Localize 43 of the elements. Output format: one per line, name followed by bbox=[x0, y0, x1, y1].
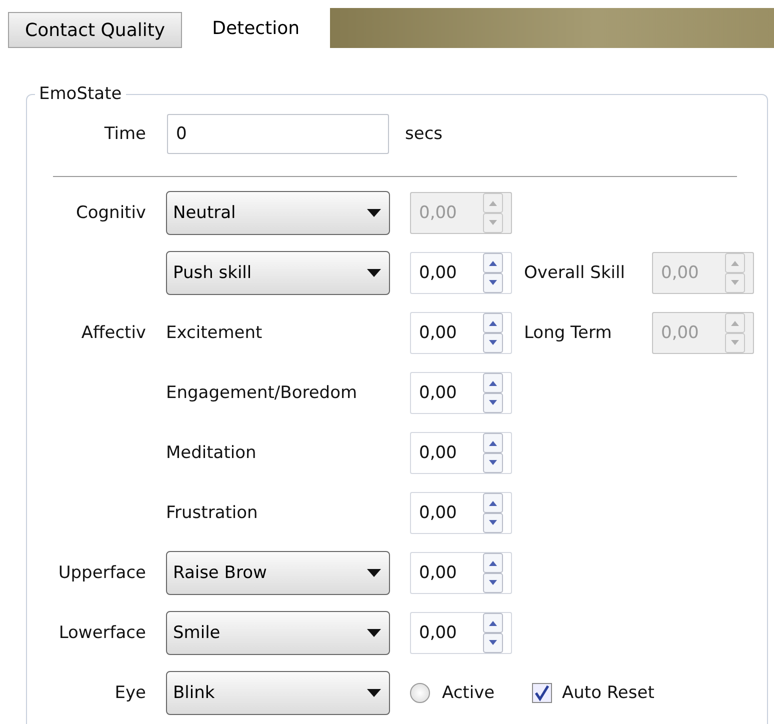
unit-label: secs bbox=[405, 124, 443, 144]
checkmark-icon bbox=[533, 684, 551, 702]
field-label: Time bbox=[103, 124, 146, 144]
tab[interactable]: Contact Quality bbox=[8, 12, 182, 48]
spin-arrows-icon[interactable] bbox=[483, 253, 503, 293]
number-spinner[interactable]: 0,00 bbox=[410, 612, 512, 654]
group-title: EmoState bbox=[38, 84, 123, 104]
dropdown[interactable]: Raise Brow bbox=[166, 551, 390, 595]
dropdown-caret-icon bbox=[367, 269, 381, 277]
row-label: Lowerface bbox=[58, 623, 146, 643]
spin-arrows-icon[interactable] bbox=[483, 613, 503, 653]
number-spinner[interactable]: 0,00 bbox=[410, 492, 512, 534]
spin-arrows-icon[interactable] bbox=[483, 493, 503, 533]
number-spinner[interactable]: 0,00 bbox=[410, 312, 512, 354]
dropdown[interactable]: Neutral bbox=[166, 191, 390, 235]
field-label: Long Term bbox=[524, 323, 612, 343]
spin-arrows-icon[interactable] bbox=[483, 373, 503, 413]
number-spinner[interactable]: 0,00 bbox=[410, 432, 512, 474]
number-spinner[interactable]: 0,00 bbox=[410, 252, 512, 294]
spin-arrows-icon[interactable] bbox=[483, 433, 503, 473]
row-label: Cognitiv bbox=[76, 203, 146, 223]
metric-label: Meditation bbox=[166, 443, 256, 463]
checkbox[interactable]: Auto Reset bbox=[532, 683, 654, 703]
row-label: Affectiv bbox=[81, 323, 146, 343]
metric-label: Engagement/Boredom bbox=[166, 383, 358, 403]
number-spinner[interactable]: 0,00 bbox=[410, 552, 512, 594]
dropdown[interactable]: Blink bbox=[166, 671, 390, 715]
field-label: Overall Skill bbox=[524, 263, 625, 283]
time-field[interactable]: 0 bbox=[167, 114, 389, 154]
radio-button[interactable]: Active bbox=[410, 683, 512, 703]
dropdown-caret-icon bbox=[367, 209, 381, 217]
dropdown-caret-icon bbox=[367, 569, 381, 577]
spin-arrows-icon[interactable] bbox=[483, 553, 503, 593]
dropdown[interactable]: Push skill bbox=[166, 251, 390, 295]
dropdown-caret-icon bbox=[367, 689, 381, 697]
metric-label: Excitement bbox=[166, 323, 262, 343]
dropdown-caret-icon bbox=[367, 629, 381, 637]
spin-arrows-icon[interactable] bbox=[483, 313, 503, 353]
number-spinner[interactable]: 0,00 bbox=[410, 372, 512, 414]
row-label: Upperface bbox=[58, 563, 146, 583]
dropdown[interactable]: Smile bbox=[166, 611, 390, 655]
row-label: Eye bbox=[114, 683, 146, 703]
metric-label: Frustration bbox=[166, 503, 258, 523]
